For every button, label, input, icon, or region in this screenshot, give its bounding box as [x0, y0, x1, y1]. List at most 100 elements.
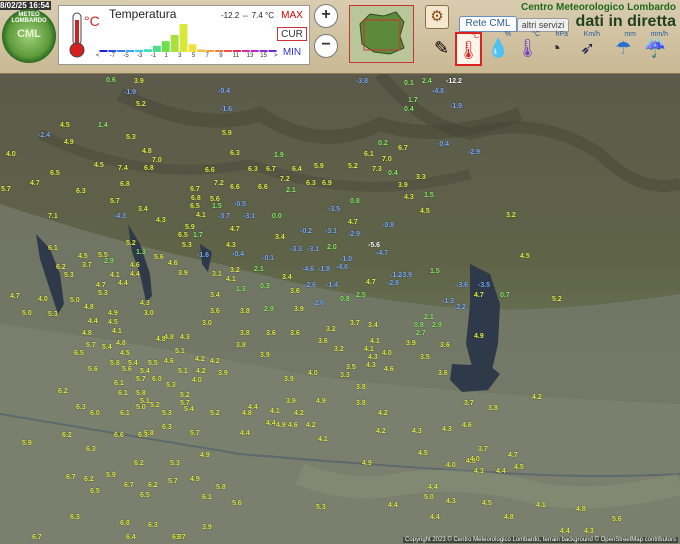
- station-value[interactable]: -1.9: [124, 89, 136, 96]
- station-value[interactable]: 4.9: [276, 422, 286, 429]
- station-value[interactable]: 3.4: [210, 292, 220, 299]
- station-value[interactable]: 4.4: [88, 318, 98, 325]
- station-value[interactable]: 5.0: [424, 494, 434, 501]
- station-value[interactable]: 4.3: [140, 300, 150, 307]
- station-value[interactable]: 3.8: [356, 384, 366, 391]
- station-value[interactable]: 5.3: [166, 382, 176, 389]
- station-value[interactable]: -4.7: [376, 250, 388, 257]
- station-value[interactable]: 5.7: [86, 342, 96, 349]
- station-value[interactable]: 6.5: [140, 492, 150, 499]
- station-value[interactable]: 5.3: [126, 134, 136, 141]
- station-value[interactable]: 3.9: [134, 78, 144, 85]
- station-value[interactable]: 6.6: [205, 167, 215, 174]
- station-value[interactable]: 6.6: [258, 184, 268, 191]
- station-value[interactable]: 3.0: [202, 320, 212, 327]
- station-value[interactable]: 5.9: [22, 440, 32, 447]
- station-value[interactable]: 3.6: [290, 330, 300, 337]
- rain-rate-tool-icon[interactable]: ☔ mm/h: [642, 31, 669, 66]
- station-value[interactable]: 1.5: [424, 192, 434, 199]
- station-value[interactable]: 5.0: [70, 297, 80, 304]
- station-value[interactable]: -2.9: [348, 231, 360, 238]
- station-value[interactable]: 6.1: [118, 390, 128, 397]
- station-value[interactable]: 4.7: [30, 180, 40, 187]
- station-value[interactable]: 0.1: [404, 80, 414, 87]
- station-value[interactable]: 4.6: [168, 260, 178, 267]
- station-value[interactable]: 4.0: [192, 377, 202, 384]
- station-value[interactable]: 6.2: [62, 432, 72, 439]
- station-value[interactable]: 6.5: [74, 350, 84, 357]
- station-value[interactable]: 5.9: [314, 163, 324, 170]
- station-value[interactable]: 3.9: [286, 398, 296, 405]
- station-value[interactable]: 4.4: [130, 271, 140, 278]
- station-value[interactable]: 5.3: [170, 460, 180, 467]
- station-value[interactable]: 6.2: [56, 264, 66, 271]
- station-value[interactable]: -0.1: [262, 255, 274, 262]
- station-value[interactable]: 3.9: [178, 270, 188, 277]
- station-value[interactable]: 5.6: [210, 196, 220, 203]
- station-value[interactable]: 7.2: [214, 180, 224, 187]
- station-value[interactable]: 4.5: [420, 208, 430, 215]
- station-value[interactable]: 4.9: [474, 333, 484, 340]
- station-value[interactable]: 4.4: [560, 528, 570, 535]
- station-value[interactable]: 7.3: [372, 166, 382, 173]
- station-value[interactable]: 3.7: [350, 320, 360, 327]
- station-value[interactable]: 4.7: [366, 279, 376, 286]
- station-value[interactable]: 5.7: [1, 186, 11, 193]
- station-value[interactable]: 5.3: [182, 242, 192, 249]
- station-value[interactable]: 6.8: [144, 165, 154, 172]
- station-value[interactable]: 1.4: [98, 122, 108, 129]
- station-value[interactable]: 4.8: [116, 340, 126, 347]
- station-value[interactable]: -1.3: [442, 298, 454, 305]
- station-value[interactable]: 3.5: [346, 364, 356, 371]
- station-value[interactable]: 4.3: [584, 528, 594, 535]
- station-value[interactable]: 3.7: [176, 534, 186, 541]
- station-value[interactable]: 2.5: [356, 292, 366, 299]
- station-value[interactable]: 3.2: [334, 346, 344, 353]
- station-value[interactable]: 3.9: [202, 524, 212, 531]
- station-value[interactable]: 4.5: [482, 500, 492, 507]
- station-value[interactable]: 4.0: [6, 151, 16, 158]
- station-value[interactable]: 4.2: [376, 428, 386, 435]
- station-value[interactable]: 4.0: [470, 456, 480, 463]
- station-value[interactable]: 6.3: [76, 188, 86, 195]
- station-value[interactable]: 4.1: [318, 436, 328, 443]
- station-value[interactable]: 5.6: [232, 500, 242, 507]
- station-value[interactable]: -2.6: [304, 282, 316, 289]
- station-value[interactable]: -2.9: [468, 149, 480, 156]
- station-value[interactable]: 2.4: [422, 78, 432, 85]
- station-value[interactable]: 3.7: [464, 400, 474, 407]
- station-value[interactable]: 6.5: [178, 232, 188, 239]
- station-value[interactable]: 4.5: [120, 350, 130, 357]
- station-value[interactable]: 0.8: [350, 198, 360, 205]
- station-value[interactable]: 6.1: [48, 245, 58, 252]
- station-value[interactable]: 6.1: [364, 151, 374, 158]
- pointer-tool-icon[interactable]: ✎: [428, 32, 455, 66]
- station-value[interactable]: -0.4: [437, 141, 449, 148]
- station-value[interactable]: 4.1: [196, 212, 206, 219]
- station-value[interactable]: 4.1: [364, 346, 374, 353]
- station-value[interactable]: 3.4: [275, 234, 285, 241]
- station-value[interactable]: 4.2: [532, 394, 542, 401]
- station-value[interactable]: 0.8: [414, 322, 424, 329]
- station-value[interactable]: -3.7: [218, 213, 230, 220]
- station-value[interactable]: 4.7: [10, 293, 20, 300]
- station-value[interactable]: -4.6: [336, 264, 348, 271]
- station-value[interactable]: 4.9: [190, 476, 200, 483]
- station-value[interactable]: 6.7: [66, 474, 76, 481]
- station-value[interactable]: 4.2: [210, 358, 220, 365]
- station-value[interactable]: 5.3: [162, 410, 172, 417]
- station-value[interactable]: 4.3: [366, 362, 376, 369]
- station-value[interactable]: 4.3: [226, 242, 236, 249]
- station-value[interactable]: 4.1: [226, 276, 236, 283]
- station-value[interactable]: 4.0: [308, 370, 318, 377]
- station-value[interactable]: 6.7: [266, 166, 276, 173]
- station-value[interactable]: 4.8: [142, 148, 152, 155]
- station-value[interactable]: 3.6: [318, 338, 328, 345]
- station-value[interactable]: 7.0: [152, 157, 162, 164]
- station-value[interactable]: 5.7: [136, 376, 146, 383]
- station-value[interactable]: 6.5: [90, 488, 100, 495]
- station-value[interactable]: 5.6: [612, 516, 622, 523]
- station-value[interactable]: 0.7: [500, 292, 510, 299]
- station-value[interactable]: 5.1: [178, 368, 188, 375]
- station-value[interactable]: 4.6: [384, 366, 394, 373]
